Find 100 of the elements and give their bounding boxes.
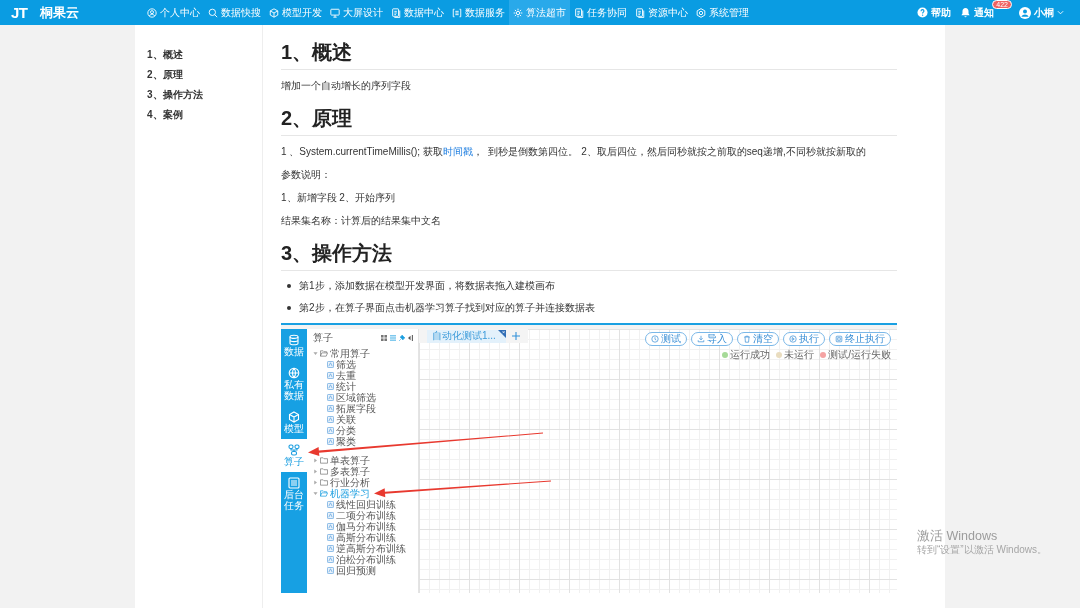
tree-item[interactable]: 二项分布训练	[327, 510, 396, 521]
hexagon-icon	[696, 7, 706, 18]
user-icon	[147, 7, 157, 18]
nav-tab[interactable]: 数据快搜	[204, 0, 265, 25]
tree-item[interactable]: 单表算子	[313, 455, 370, 466]
tile-icon	[327, 361, 334, 368]
user-menu[interactable]: 小桐	[1019, 6, 1064, 19]
tree-item[interactable]: 机器学习	[313, 488, 370, 499]
import-icon	[697, 335, 705, 343]
tree-item[interactable]: 筛选	[327, 359, 356, 370]
caret-icon[interactable]	[313, 491, 318, 496]
tree-item[interactable]: 去重	[327, 370, 356, 381]
tile-icon	[327, 567, 334, 574]
list-item: 第2步，在算子界面点击机器学习算子找到对应的算子并连接数据表	[299, 301, 595, 315]
nav-tab[interactable]: 任务协同	[570, 0, 631, 25]
bullet-icon	[287, 306, 291, 310]
globe-icon	[288, 367, 300, 379]
list-icon[interactable]	[390, 334, 396, 341]
nav-tab[interactable]: 个人中心	[143, 0, 204, 25]
list-item: 第1步，添加数据在模型开发界面，将数据表拖入建模画布	[299, 279, 555, 293]
folder-icon	[320, 350, 328, 357]
paragraph: 参数说明：	[281, 168, 331, 182]
toc-link[interactable]: 3、操作方法	[147, 85, 203, 105]
nav-tab[interactable]: 大屏设计	[326, 0, 387, 25]
notification-link[interactable]: 通知	[960, 6, 995, 19]
tree-item[interactable]: 伽马分布训练	[327, 521, 396, 532]
play-icon	[789, 335, 797, 343]
rail-tab[interactable]: 算子	[281, 439, 307, 472]
activation-notice-title: 激活 Windows	[917, 529, 998, 544]
tree-item[interactable]: 拓展字段	[327, 403, 376, 414]
clock-icon	[651, 335, 659, 343]
list-icon	[288, 477, 300, 489]
legend-label: 运行成功	[730, 349, 771, 361]
document-icon	[635, 7, 645, 18]
tile-icon	[327, 556, 334, 563]
tile-icon	[327, 405, 334, 412]
cube-icon	[288, 411, 300, 423]
caret-icon[interactable]	[313, 469, 318, 474]
activation-notice-hint: 转到“设置”以激活 Windows。	[917, 544, 1047, 556]
folder-icon	[320, 490, 328, 497]
toolbar-button[interactable]: 清空	[737, 332, 779, 346]
tree-item[interactable]: 关联	[327, 414, 356, 425]
nav-tab[interactable]: 资源中心	[631, 0, 692, 25]
brand-name: 桐果云	[39, 4, 79, 21]
timestamp-link[interactable]: 时间戳	[442, 146, 473, 157]
nav-tab[interactable]: 算法超市	[509, 0, 570, 25]
nav-tab[interactable]: 数据服务	[448, 0, 509, 25]
plus-icon[interactable]	[511, 332, 520, 340]
nav-tab[interactable]: 系统管理	[692, 0, 753, 25]
tree-item[interactable]: 常用算子	[313, 348, 370, 359]
document-tab[interactable]: 自动化测试1...	[427, 329, 506, 343]
help-link[interactable]: 帮助	[917, 6, 952, 19]
rail-tab[interactable]: 后台任务	[281, 472, 307, 516]
toolbar-button[interactable]: 执行	[783, 332, 825, 346]
tile-icon	[327, 438, 334, 445]
tree-item[interactable]: 回归预测	[327, 565, 376, 576]
document-icon	[574, 7, 584, 18]
paragraph: 1、新增字段 2、开始序列	[281, 191, 395, 205]
toolbar-button[interactable]: 终止执行	[829, 332, 891, 346]
tree-item[interactable]: 区域筛选	[327, 392, 376, 403]
search-icon	[208, 7, 218, 18]
toolbar-button[interactable]: 测试	[645, 332, 687, 346]
logo-mark: JT	[11, 3, 28, 22]
tree-item[interactable]: 多表算子	[313, 466, 370, 477]
caret-icon[interactable]	[313, 351, 318, 356]
tree-item[interactable]: 高斯分布训练	[327, 532, 396, 543]
tree-item[interactable]: 分类	[327, 425, 356, 436]
caret-icon[interactable]	[313, 480, 318, 485]
tree-item[interactable]: 逆高斯分布训练	[327, 543, 406, 554]
toolbar-button[interactable]: 导入	[691, 332, 733, 346]
database-icon	[288, 334, 300, 346]
rail-tab[interactable]: 私有数据	[281, 362, 307, 406]
section-heading: 2、原理	[281, 106, 353, 131]
section-heading: 1、概述	[281, 40, 353, 65]
tree-item[interactable]: 行业分析	[313, 477, 370, 488]
tile-icon	[327, 523, 334, 530]
paragraph: 增加一个自动增长的序列字段	[281, 79, 411, 93]
document-icon	[391, 7, 401, 18]
tile-icon	[327, 427, 334, 434]
paragraph: 结果集名称：计算后的结果集中文名	[281, 214, 441, 228]
tile-icon	[327, 372, 334, 379]
tile-icon	[327, 416, 334, 423]
tree-item[interactable]: 线性回归训练	[327, 499, 396, 510]
toc-link[interactable]: 2、原理	[147, 65, 183, 85]
collapse-icon[interactable]	[408, 334, 414, 341]
close-icon[interactable]	[497, 329, 506, 338]
toc-link[interactable]: 4、案例	[147, 105, 183, 125]
grid-icon[interactable]	[381, 334, 387, 341]
help-icon	[917, 7, 929, 18]
rail-tab[interactable]: 模型	[281, 406, 307, 439]
nav-tab[interactable]: 模型开发	[265, 0, 326, 25]
tree-item[interactable]: 聚类	[327, 436, 356, 447]
nav-tab[interactable]: 数据中心	[387, 0, 448, 25]
cube-icon	[269, 7, 279, 18]
rail-tab[interactable]: 数据	[281, 329, 307, 362]
tree-item[interactable]: 统计	[327, 381, 356, 392]
toc-link[interactable]: 1、概述	[147, 45, 183, 65]
monitor-icon	[330, 7, 340, 18]
section-heading: 3、操作方法	[281, 241, 393, 266]
tree-item[interactable]: 泊松分布训练	[327, 554, 396, 565]
